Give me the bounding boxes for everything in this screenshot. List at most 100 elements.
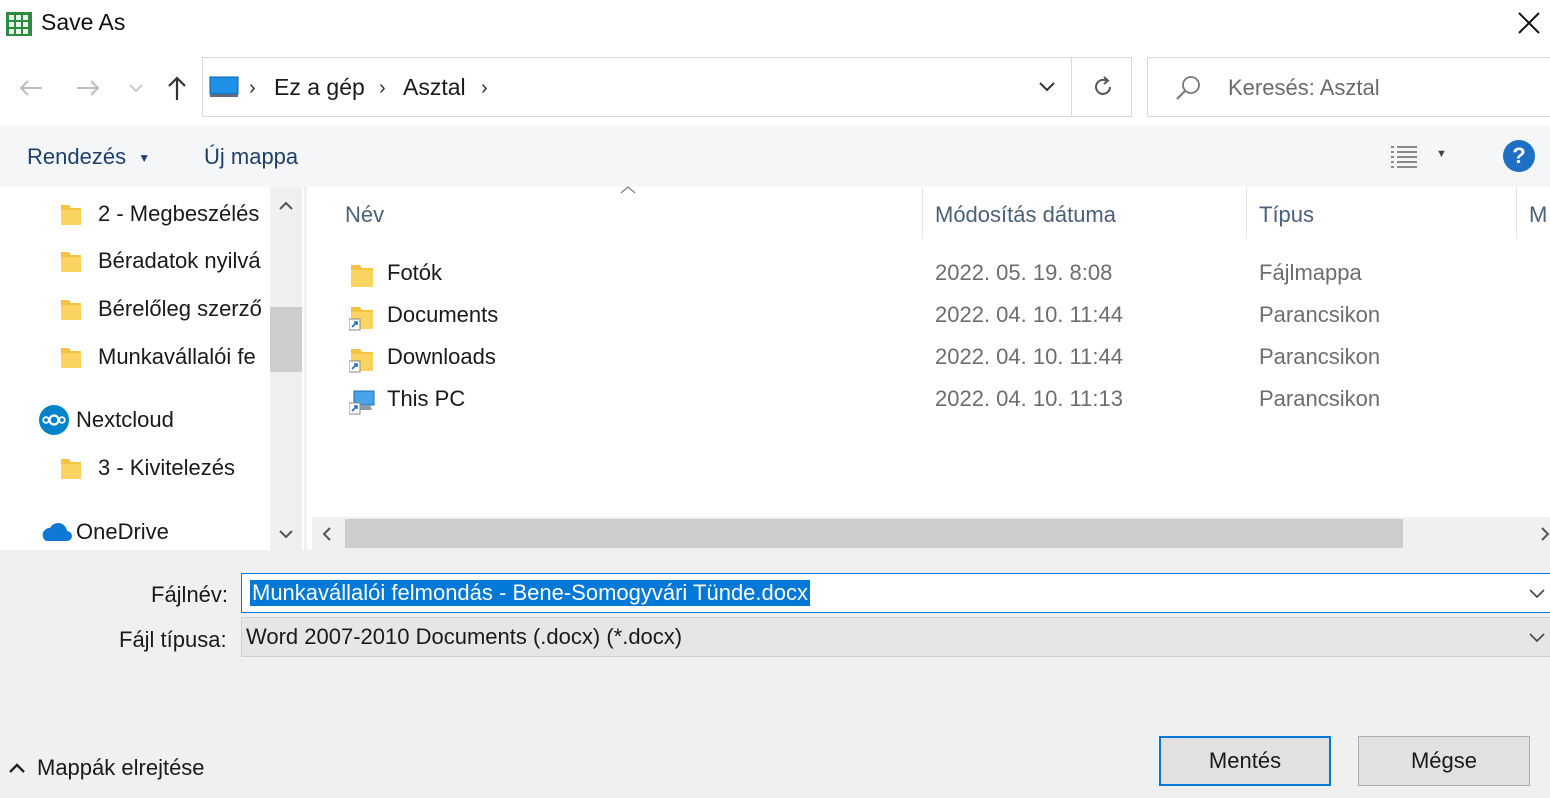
scroll-down-icon [279, 530, 293, 539]
chevron-down-icon [129, 84, 143, 93]
folder-icon [61, 300, 81, 320]
arrow-right-icon [77, 80, 100, 96]
file-name: This PC [387, 386, 466, 411]
folder-icon [61, 205, 81, 225]
pc-shortcut-icon [349, 390, 375, 415]
nav-item-onedrive[interactable]: OneDrive [38, 510, 169, 550]
scroll-thumb[interactable] [270, 307, 302, 372]
file-type: Fájlmappa [1259, 260, 1362, 285]
nav-item-folder[interactable]: Munkavállalói fe [60, 335, 256, 379]
cancel-button[interactable]: Mégse [1358, 736, 1530, 786]
navigation-pane: 2 - Megbeszélés Béradatok nyilvá Bérelől… [0, 187, 302, 550]
nav-item-label: Nextcloud [76, 407, 174, 432]
nav-item-folder[interactable]: Béradatok nyilvá [60, 239, 261, 283]
nav-item-label: OneDrive [76, 519, 169, 544]
chevron-right-icon[interactable]: › [481, 77, 488, 100]
chevron-down-icon [1039, 82, 1055, 92]
file-row[interactable]: Fotók 2022. 05. 19. 8:08 Fájlmappa [307, 253, 1550, 295]
details-view-icon [1391, 146, 1417, 168]
chevron-down-icon [1529, 633, 1545, 643]
monitor-icon [209, 76, 239, 97]
nav-item-folder[interactable]: Bérelőleg szerző [60, 287, 262, 331]
scroll-left-icon [322, 527, 331, 541]
folder-icon [61, 252, 81, 272]
organize-button[interactable]: Rendezés ▼ [27, 144, 150, 170]
command-bar: Rendezés ▼ Új mappa ▼ ? [0, 126, 1550, 187]
column-divider[interactable] [1246, 187, 1247, 239]
arrow-left-icon [19, 80, 42, 96]
window-title: Save As [41, 9, 126, 35]
file-row[interactable]: This PC 2022. 04. 10. 11:13 Parancsikon [307, 379, 1550, 421]
folder-icon [351, 265, 373, 287]
close-icon [1518, 12, 1540, 34]
column-divider[interactable] [922, 187, 923, 239]
close-button[interactable] [1508, 0, 1550, 46]
up-button[interactable] [159, 70, 195, 106]
horizontal-scrollbar[interactable] [312, 517, 1550, 550]
hide-folders-button[interactable]: Mappák elrejtése [8, 755, 205, 781]
scroll-thumb[interactable] [345, 519, 1403, 548]
filetype-value: Word 2007-2010 Documents (.docx) (*.docx… [246, 624, 683, 649]
column-header-size[interactable]: M [1529, 202, 1547, 228]
search-box[interactable]: Keresés: Asztal [1147, 57, 1550, 117]
chevron-down-icon[interactable] [1528, 584, 1546, 602]
nav-item-label: 2 - Megbeszélés [98, 201, 260, 226]
new-folder-button[interactable]: Új mappa [204, 144, 298, 170]
onedrive-icon [42, 523, 72, 541]
back-button[interactable] [13, 70, 49, 106]
file-name: Documents [387, 302, 499, 327]
file-list: Név Módosítás dátuma Típus M Fotók 2022.… [307, 187, 1550, 517]
file-date: 2022. 05. 19. 8:08 [935, 260, 1113, 285]
refresh-button[interactable] [1071, 58, 1134, 116]
nav-pane-scrollbar[interactable] [270, 187, 302, 550]
address-dropdown-button[interactable] [1023, 58, 1071, 116]
column-header-type[interactable]: Típus [1259, 202, 1314, 228]
nav-item-folder[interactable]: 3 - Kivitelezés [60, 446, 235, 490]
nav-item-label: Munkavállalói fe [98, 344, 256, 369]
folder-shortcut-icon [349, 307, 373, 331]
file-name: Fotók [387, 260, 443, 285]
file-type: Parancsikon [1259, 302, 1381, 327]
folder-shortcut-icon [349, 349, 373, 373]
save-button[interactable]: Mentés [1159, 736, 1331, 786]
chevron-right-icon: › [249, 77, 256, 99]
file-date: 2022. 04. 10. 11:13 [935, 386, 1123, 411]
nextcloud-icon [39, 405, 69, 435]
organize-label: Rendezés [27, 144, 127, 169]
column-divider[interactable] [1516, 187, 1517, 239]
file-row[interactable]: Downloads 2022. 04. 10. 11:44 Parancsiko… [307, 337, 1550, 379]
help-button[interactable]: ? [1503, 140, 1535, 172]
recent-locations-button[interactable] [120, 70, 152, 106]
breadcrumb-desktop[interactable]: Asztal [403, 74, 466, 101]
question-mark-icon: ? [1512, 143, 1526, 168]
forward-button[interactable] [70, 70, 106, 106]
chevron-right-icon: › [379, 77, 386, 99]
column-header-name[interactable]: Név [345, 202, 384, 228]
arrow-up-icon [168, 76, 186, 100]
app-icon [6, 12, 32, 36]
address-bar[interactable]: › Ez a gép › Asztal › [202, 57, 1132, 117]
scroll-right-icon [1541, 527, 1550, 541]
filetype-select[interactable]: Word 2007-2010 Documents (.docx) (*.docx… [241, 617, 1550, 657]
sort-ascending-icon [620, 186, 636, 194]
caret-down-icon: ▼ [1436, 148, 1447, 160]
title-bar: Save As [0, 0, 1550, 48]
search-icon [1176, 76, 1200, 100]
column-header-date[interactable]: Módosítás dátuma [935, 202, 1116, 228]
nav-item-nextcloud[interactable]: Nextcloud [38, 398, 174, 442]
file-name: Downloads [387, 344, 496, 369]
filename-input[interactable]: Munkavállalói felmondás - Bene-Somogyvár… [250, 580, 810, 606]
breadcrumb-this-pc[interactable]: Ez a gép [274, 74, 365, 101]
nav-item-folder[interactable]: 2 - Megbeszélés [60, 192, 259, 236]
change-view-button[interactable]: ▼ [1388, 142, 1448, 172]
nav-item-label: Bérelőleg szerző [98, 296, 262, 321]
folder-icon [61, 459, 81, 479]
filetype-label: Fájl típusa: [119, 627, 227, 652]
hide-folders-label: Mappák elrejtése [37, 755, 205, 780]
search-input[interactable]: Keresés: Asztal [1228, 75, 1380, 101]
file-row[interactable]: Documents 2022. 04. 10. 11:44 Parancsiko… [307, 295, 1550, 337]
file-type: Parancsikon [1259, 344, 1381, 369]
file-type: Parancsikon [1259, 386, 1381, 411]
nav-item-label: Béradatok nyilvá [98, 248, 261, 273]
filename-field[interactable]: Munkavállalói felmondás - Bene-Somogyvár… [241, 573, 1550, 613]
